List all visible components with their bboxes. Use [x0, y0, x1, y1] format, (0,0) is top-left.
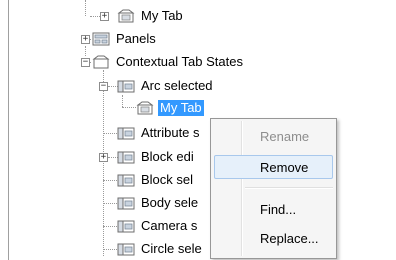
tree-item-label: Block edi — [141, 149, 194, 164]
expand-toggle-icon[interactable]: + — [99, 153, 108, 162]
menu-item-remove[interactable]: Remove — [214, 155, 333, 179]
tree-item-contextual-tab-states[interactable]: Contextual Tab States — [92, 52, 245, 72]
tree-item-label: My Tab — [141, 8, 183, 23]
state-icon — [117, 243, 135, 256]
tree-item-label: My Tab — [158, 100, 204, 116]
tree-item-block-editor[interactable]: Block edi — [117, 147, 196, 167]
tree-item-body-selected[interactable]: Body sele — [117, 193, 200, 213]
tree-item-label: Attribute s — [141, 125, 200, 140]
state-icon — [117, 197, 135, 210]
tab-icon — [136, 101, 154, 115]
menu-item-rename[interactable]: Rename — [214, 124, 333, 148]
context-menu: Rename Remove Find... Replace... — [210, 118, 337, 259]
tab-icon — [117, 9, 135, 23]
menu-item-label: Remove — [260, 159, 309, 175]
panels-icon — [92, 32, 110, 46]
collapse-toggle-icon[interactable]: − — [81, 58, 90, 67]
expand-toggle-icon[interactable]: + — [81, 35, 90, 44]
state-icon — [117, 220, 135, 233]
tree-connector — [90, 16, 100, 17]
tree-item-label: Camera s — [141, 218, 198, 233]
tree-item-panels[interactable]: Panels — [92, 29, 158, 49]
state-icon — [117, 80, 135, 93]
tree-item-block-selected[interactable]: Block sel — [117, 170, 195, 190]
tree-item-label: Arc selected — [141, 78, 213, 93]
tree-connector — [103, 180, 117, 181]
state-icon — [117, 174, 135, 187]
tree-connector — [85, 46, 86, 56]
tree-item-label: Body sele — [141, 195, 199, 210]
menu-item-replace[interactable]: Replace... — [214, 226, 333, 250]
tree-connector — [103, 203, 117, 204]
tree-connector — [122, 95, 123, 107]
menu-item-label: Find... — [260, 201, 297, 217]
tree-item-my-tab[interactable]: My Tab — [117, 6, 185, 26]
tree-connector — [103, 249, 117, 250]
collapse-toggle-icon[interactable]: − — [99, 82, 108, 91]
menu-item-label: Replace... — [260, 230, 319, 246]
tree-item-arc-selected[interactable]: Arc selected — [117, 76, 215, 96]
tree-item-camera-selected[interactable]: Camera s — [117, 216, 199, 236]
tree-item-label: Block sel — [141, 172, 194, 187]
tree-item-label: Circle sele — [141, 241, 202, 256]
tree-connector — [103, 70, 104, 256]
menu-item-find[interactable]: Find... — [214, 197, 333, 221]
tree-item-label: Panels — [116, 31, 156, 46]
state-icon — [117, 127, 135, 140]
tree-connector — [85, 0, 86, 16]
tree-item-my-tab-selected[interactable]: My Tab — [136, 98, 204, 118]
state-icon — [117, 151, 135, 164]
menu-separator — [245, 187, 333, 189]
tree-item-attribute-selected[interactable]: Attribute s — [117, 123, 202, 143]
tree-item-circle-selected[interactable]: Circle sele — [117, 239, 204, 259]
tree-connector — [122, 107, 136, 108]
tree-item-label: Contextual Tab States — [116, 54, 243, 69]
left-border — [8, 0, 9, 260]
tree-connector — [103, 226, 117, 227]
tab-icon — [92, 55, 110, 69]
tree-connector — [103, 133, 117, 134]
menu-item-label: Rename — [260, 128, 310, 144]
expand-toggle-icon[interactable]: + — [100, 12, 109, 21]
